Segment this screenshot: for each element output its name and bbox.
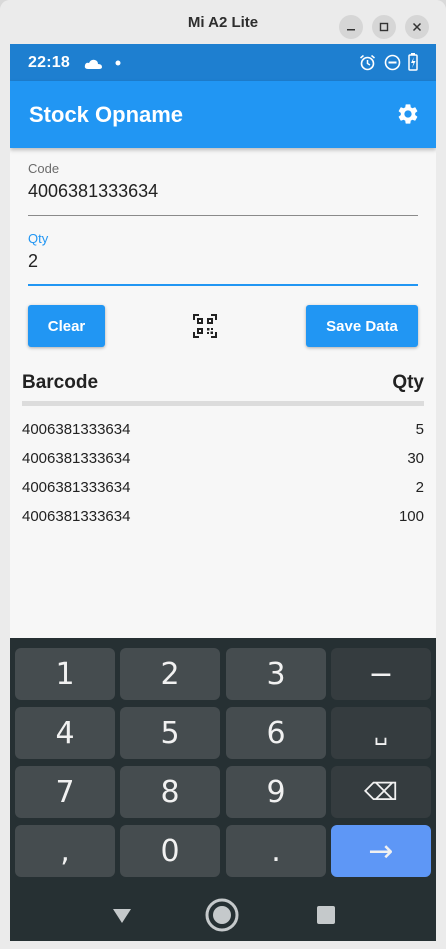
save-data-button[interactable]: Save Data bbox=[306, 305, 418, 347]
table-row[interactable]: 4006381333634 5 bbox=[22, 421, 424, 438]
qty-label: Qty bbox=[28, 231, 49, 246]
key-3[interactable]: 3 bbox=[226, 648, 326, 700]
qty-column-header: Qty bbox=[392, 372, 424, 393]
row-qty: 2 bbox=[415, 479, 424, 496]
settings-gear-icon[interactable] bbox=[396, 102, 420, 126]
qty-input[interactable]: 2 bbox=[28, 251, 418, 272]
qty-field[interactable]: Qty 2 bbox=[28, 231, 418, 287]
table-row[interactable]: 4006381333634 100 bbox=[22, 508, 424, 525]
phone-screen: 22:18 Stock Opname Code 4006381333634 Qt… bbox=[10, 44, 436, 941]
key-backspace[interactable]: ⌫ bbox=[331, 766, 431, 818]
nav-home-icon[interactable] bbox=[205, 898, 239, 932]
table-row[interactable]: 4006381333634 30 bbox=[22, 450, 424, 467]
cloud-icon bbox=[84, 59, 102, 69]
status-time: 22:18 bbox=[28, 54, 70, 71]
nav-recents-icon[interactable] bbox=[312, 901, 340, 929]
barcode-column-header: Barcode bbox=[22, 372, 99, 393]
table-row[interactable]: 4006381333634 2 bbox=[22, 479, 424, 496]
code-input[interactable]: 4006381333634 bbox=[28, 181, 418, 202]
row-qty: 30 bbox=[407, 450, 424, 467]
emulator-window: Mi A2 Lite 22:18 Stock Opname Code 40063… bbox=[0, 0, 446, 949]
android-nav-bar bbox=[10, 887, 436, 941]
clear-button[interactable]: Clear bbox=[28, 305, 105, 347]
key-6[interactable]: 6 bbox=[226, 707, 326, 759]
maximize-button[interactable] bbox=[372, 15, 396, 39]
app-bar: Stock Opname bbox=[10, 81, 436, 148]
key-7[interactable]: 7 bbox=[15, 766, 115, 818]
key-period[interactable]: . bbox=[226, 825, 326, 877]
key-comma[interactable]: , bbox=[15, 825, 115, 877]
row-barcode: 4006381333634 bbox=[22, 479, 131, 496]
table-header-divider bbox=[22, 401, 424, 406]
alarm-icon bbox=[360, 54, 375, 71]
row-barcode: 4006381333634 bbox=[22, 508, 131, 525]
table-header: Barcode Qty bbox=[22, 372, 424, 394]
code-field[interactable]: Code 4006381333634 bbox=[28, 161, 418, 217]
status-bar: 22:18 bbox=[10, 44, 436, 81]
key-minus[interactable]: − bbox=[331, 648, 431, 700]
code-underline bbox=[28, 215, 418, 216]
key-8[interactable]: 8 bbox=[120, 766, 220, 818]
close-button[interactable] bbox=[405, 15, 429, 39]
key-0[interactable]: 0 bbox=[120, 825, 220, 877]
row-barcode: 4006381333634 bbox=[22, 450, 131, 467]
key-1[interactable]: 1 bbox=[15, 648, 115, 700]
nav-back-icon[interactable] bbox=[108, 901, 136, 929]
key-space[interactable]: ␣ bbox=[331, 707, 431, 759]
key-enter[interactable]: → bbox=[331, 825, 431, 877]
key-4[interactable]: 4 bbox=[15, 707, 115, 759]
notification-dot-icon bbox=[115, 60, 121, 66]
qty-underline bbox=[28, 284, 418, 286]
key-9[interactable]: 9 bbox=[226, 766, 326, 818]
do-not-disturb-icon bbox=[384, 54, 401, 71]
app-title: Stock Opname bbox=[29, 102, 184, 127]
code-label: Code bbox=[28, 161, 60, 176]
minimize-icon bbox=[347, 29, 355, 31]
row-qty: 5 bbox=[415, 421, 424, 438]
window-titlebar: Mi A2 Lite bbox=[0, 0, 446, 44]
close-icon bbox=[412, 22, 422, 32]
row-barcode: 4006381333634 bbox=[22, 421, 131, 438]
row-qty: 100 bbox=[398, 508, 424, 525]
minimize-button[interactable] bbox=[339, 15, 363, 39]
qr-scan-icon[interactable] bbox=[193, 314, 217, 338]
battery-icon bbox=[408, 53, 418, 71]
maximize-icon bbox=[379, 22, 389, 32]
key-5[interactable]: 5 bbox=[120, 707, 220, 759]
key-2[interactable]: 2 bbox=[120, 648, 220, 700]
